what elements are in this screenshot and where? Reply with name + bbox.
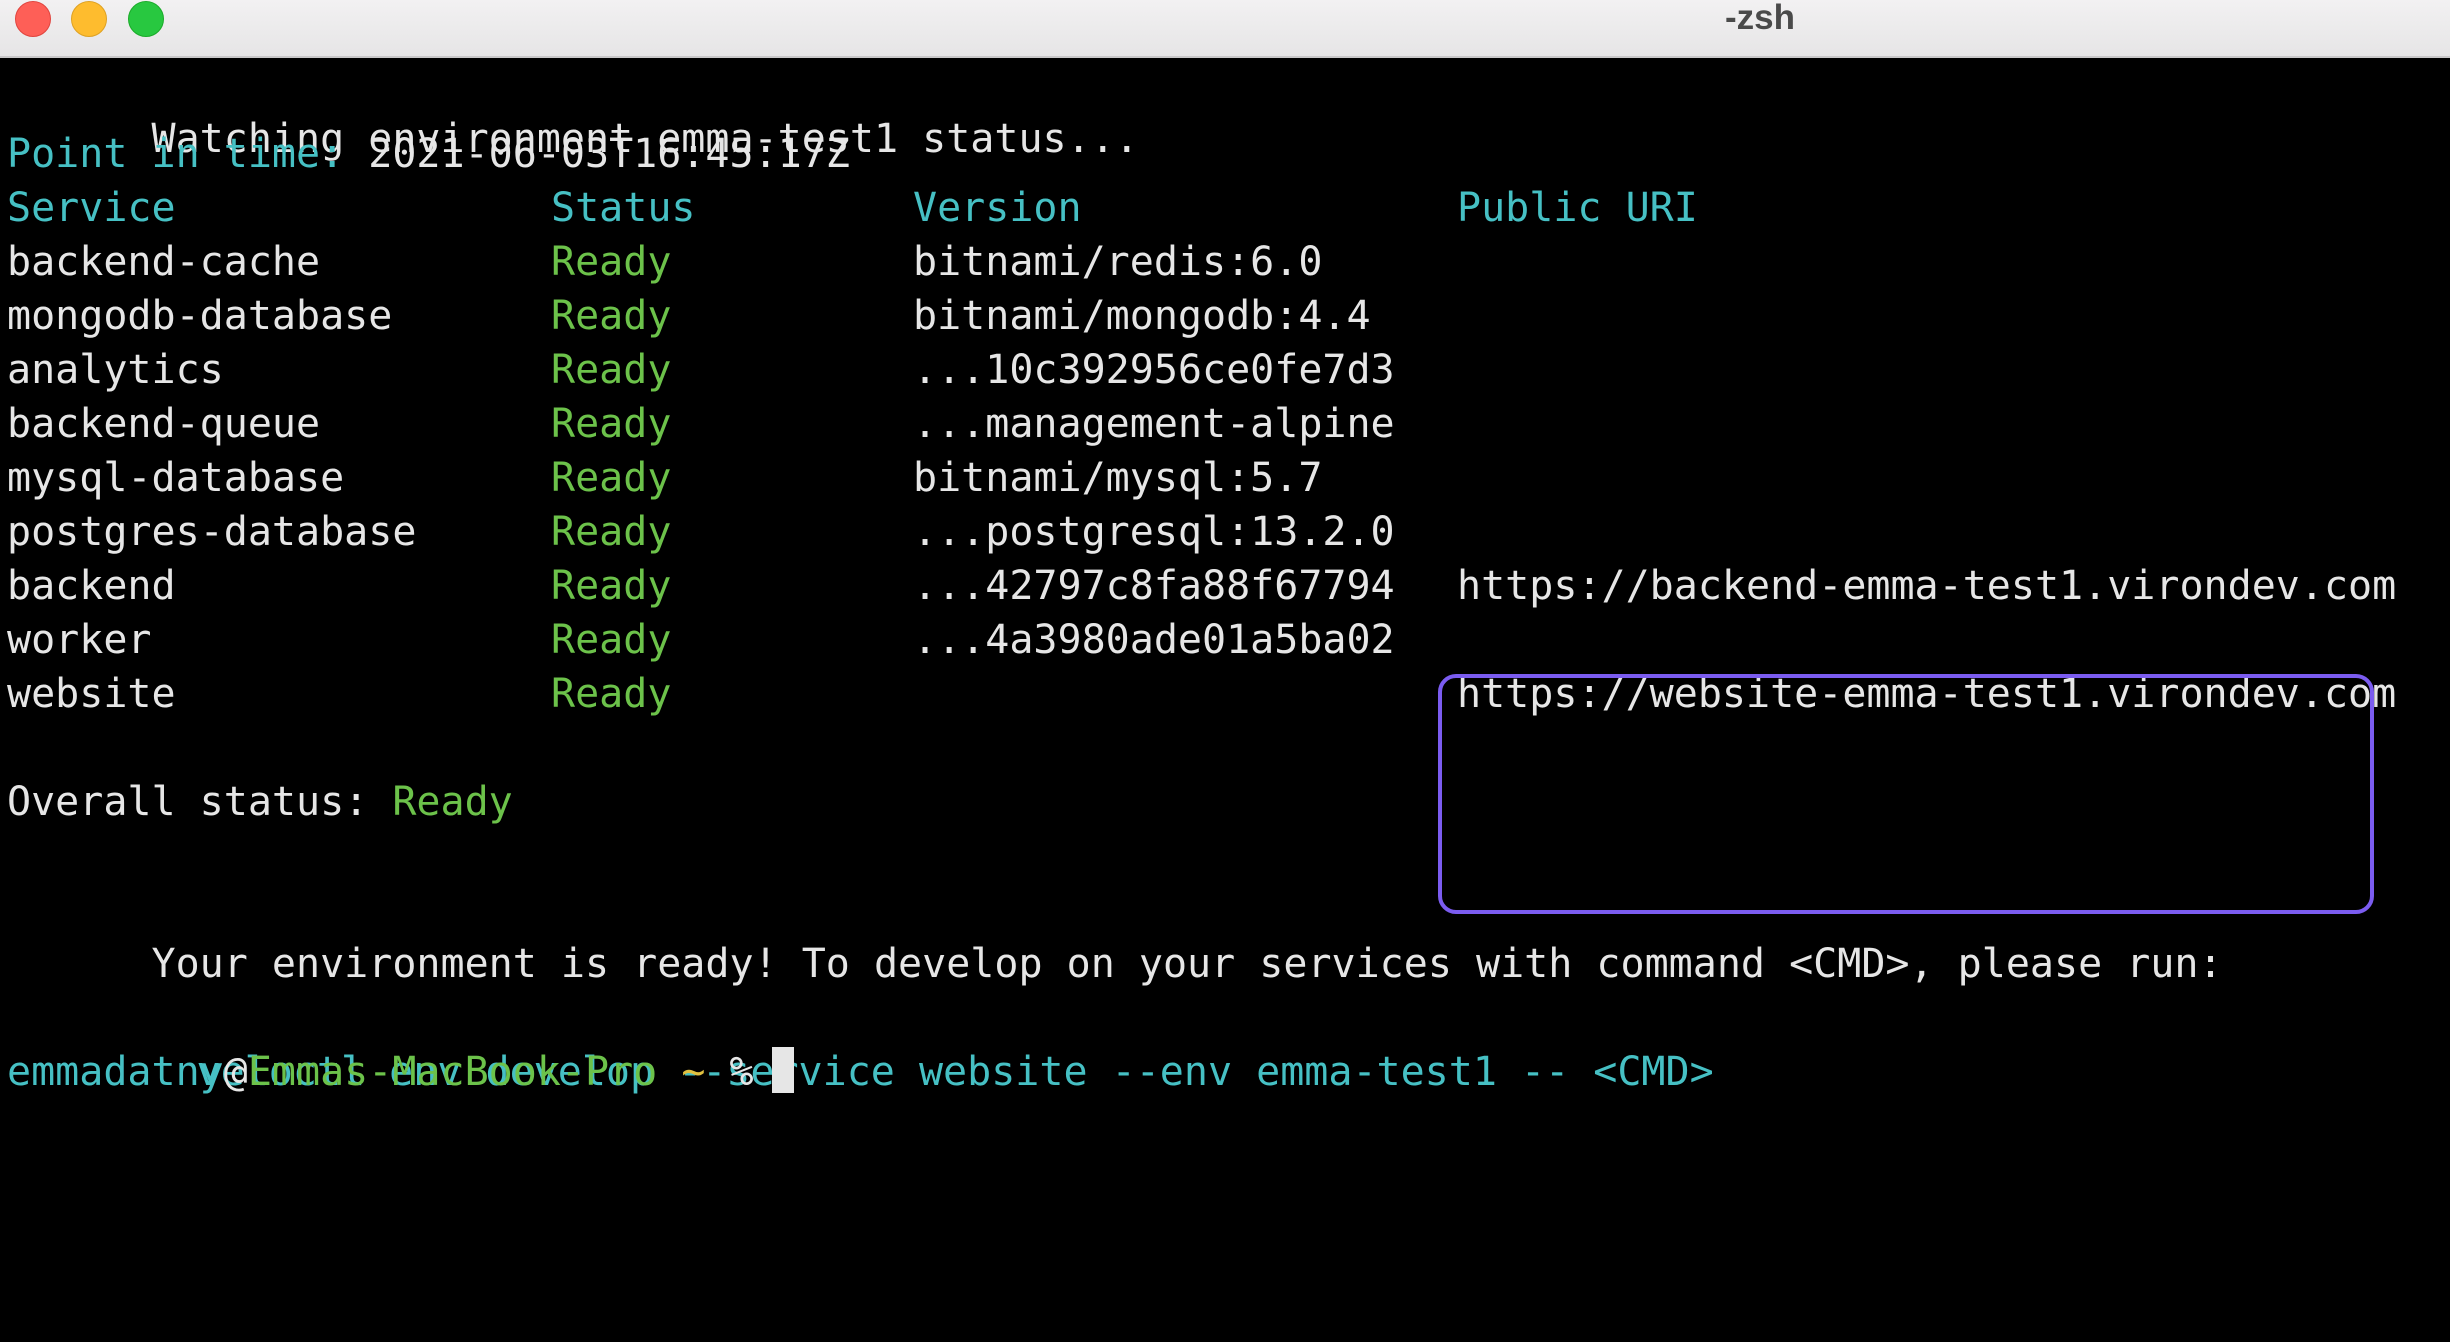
overall-status-value: Ready <box>392 779 513 825</box>
service-version: ...42797c8fa88f67794 <box>913 563 1395 609</box>
service-version: ...postgresql:13.2.0 <box>913 509 1395 555</box>
maximize-window-button[interactable] <box>128 1 164 37</box>
service-status: Ready <box>551 671 672 717</box>
develop-command-line: veloctl env develop --service website --… <box>52 991 1714 1095</box>
service-name: backend-cache <box>7 239 321 285</box>
service-version: bitnami/mongodb:4.4 <box>913 293 1371 339</box>
watching-line: Watching environment emma-test1 status..… <box>7 58 1139 162</box>
terminal-output[interactable]: Watching environment emma-test1 status..… <box>0 58 2450 1342</box>
table-row: mongodb-database Ready bitnami/mongodb:4… <box>7 289 1371 343</box>
service-status: Ready <box>551 617 672 663</box>
header-service: Service <box>7 185 176 231</box>
table-row: website Ready https://website-emma-test1… <box>7 667 2396 721</box>
prompt-dir: ~ <box>681 1049 706 1095</box>
table-header-row: Service Status Version Public URI <box>7 181 1698 235</box>
service-status: Ready <box>551 455 672 501</box>
title-bar: -zsh <box>0 0 2450 58</box>
ready-message-line: Your environment is ready! To develop on… <box>7 883 2223 987</box>
terminal-window: -zsh Watching environment emma-test1 sta… <box>0 0 2450 1342</box>
service-name: mongodb-database <box>7 293 393 339</box>
table-row: worker Ready ...4a3980ade01a5ba02 <box>7 613 1395 667</box>
service-name: analytics <box>7 347 224 393</box>
point-in-time-value: 2021-06-03T16:45:17Z <box>368 131 850 177</box>
service-version: ...management-alpine <box>913 401 1395 447</box>
table-row: analytics Ready ...10c392956ce0fe7d3 <box>7 343 1395 397</box>
prompt-symbol: % <box>729 1049 754 1095</box>
ready-message: Your environment is ready! To develop on… <box>151 941 2223 987</box>
table-row: backend-cache Ready bitnami/redis:6.0 <box>7 235 1322 289</box>
table-row: postgres-database Ready ...postgresql:13… <box>7 505 1395 559</box>
public-uri-highlight-box <box>1438 674 2374 914</box>
table-row: mysql-database Ready bitnami/mysql:5.7 <box>7 451 1322 505</box>
service-status: Ready <box>551 293 672 339</box>
service-uri[interactable]: https://backend-emma-test1.virondev.com <box>1457 559 2396 613</box>
service-status: Ready <box>551 401 672 447</box>
table-row: backend Ready ...42797c8fa88f67794 https… <box>7 559 2396 613</box>
shell-prompt-line[interactable]: emmadatny@Emmas-MacBook-Pro ~ % <box>7 1045 794 1099</box>
service-name: backend <box>7 563 176 609</box>
service-version: bitnami/redis:6.0 <box>913 239 1323 285</box>
service-version: bitnami/mysql:5.7 <box>913 455 1323 501</box>
prompt-host: Emmas-MacBook-Pro <box>247 1049 658 1095</box>
service-name: backend-queue <box>7 401 321 447</box>
minimize-window-button[interactable] <box>71 1 107 37</box>
service-status: Ready <box>551 563 672 609</box>
service-name: website <box>7 671 176 717</box>
header-public-uri: Public URI <box>1457 185 1698 231</box>
service-name: mysql-database <box>7 455 345 501</box>
overall-status-label: Overall status: <box>7 779 369 825</box>
point-in-time-label: Point in time: <box>7 131 345 177</box>
text-cursor[interactable] <box>771 1047 794 1093</box>
service-version: ...4a3980ade01a5ba02 <box>913 617 1395 663</box>
overall-status-line: Overall status: Ready <box>7 775 513 829</box>
point-in-time-line: Point in time: 2021-06-03T16:45:17Z <box>7 127 850 181</box>
service-name: worker <box>7 617 152 663</box>
service-status: Ready <box>551 239 672 285</box>
table-row: backend-queue Ready ...management-alpine <box>7 397 1395 451</box>
prompt-at: @ <box>223 1049 248 1095</box>
prompt-user: emmadatny <box>7 1049 224 1095</box>
service-status: Ready <box>551 509 672 555</box>
close-window-button[interactable] <box>15 1 51 37</box>
service-status: Ready <box>551 347 672 393</box>
header-status: Status <box>551 185 696 231</box>
service-name: postgres-database <box>7 509 417 555</box>
window-title: -zsh <box>1725 0 1795 37</box>
header-version: Version <box>913 185 1082 231</box>
service-version: ...10c392956ce0fe7d3 <box>913 347 1395 393</box>
